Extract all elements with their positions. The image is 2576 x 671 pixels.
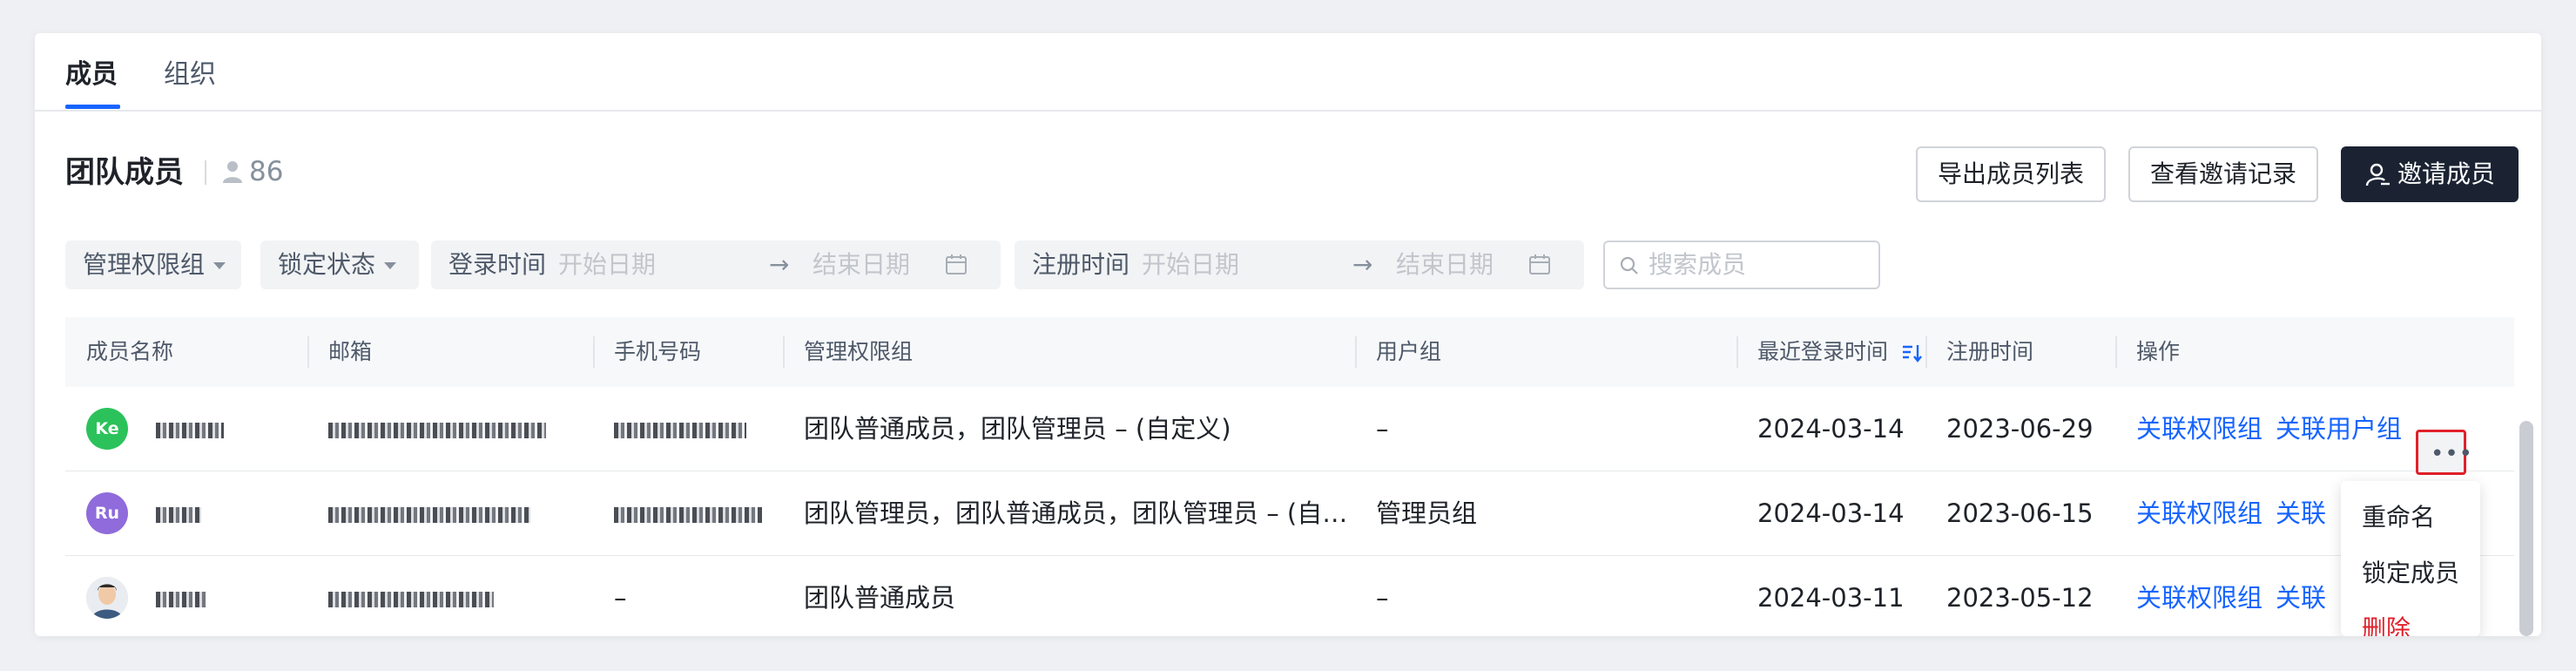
member-name bbox=[156, 387, 224, 471]
member-user-group: 管理员组 bbox=[1376, 498, 1478, 528]
search-icon bbox=[1620, 256, 1638, 274]
link-user-group-button[interactable]: 关联 bbox=[2276, 556, 2326, 636]
register-end-date[interactable]: 结束日期 bbox=[1396, 241, 1494, 289]
title-divider bbox=[205, 160, 206, 185]
register-start-date[interactable]: 开始日期 bbox=[1142, 241, 1239, 289]
member-email bbox=[328, 471, 530, 555]
lock-status-filter[interactable]: 锁定状态 bbox=[260, 241, 419, 289]
column-divider bbox=[783, 336, 785, 368]
menu-item-lock-member[interactable]: 锁定成员 bbox=[2362, 558, 2459, 589]
more-icon: ••• bbox=[2431, 441, 2474, 467]
view-invites-button[interactable]: 查看邀请记录 bbox=[2128, 146, 2318, 202]
column-header-name: 成员名称 bbox=[86, 339, 174, 364]
member-count-value: 86 bbox=[249, 156, 284, 187]
member-permission-group: 团队管理员，团队普通成员，团队管理员 – (自… bbox=[804, 498, 1348, 528]
member-name bbox=[156, 556, 206, 636]
column-header-phone: 手机号码 bbox=[614, 339, 702, 364]
column-divider bbox=[593, 336, 595, 368]
link-user-group-button[interactable]: 关联用户组 bbox=[2276, 387, 2402, 471]
member-registered: 2023-05-12 bbox=[1946, 583, 2094, 613]
search-placeholder: 搜索成员 bbox=[1649, 250, 1747, 279]
avatar: Ke bbox=[86, 408, 128, 450]
search-input[interactable]: 搜索成员 bbox=[1603, 241, 1880, 289]
sort-descending-icon[interactable] bbox=[1902, 343, 1923, 363]
column-header-permission: 管理权限组 bbox=[804, 339, 914, 364]
column-header-actions: 操作 bbox=[2136, 339, 2181, 364]
page-title: 团队成员 bbox=[65, 155, 184, 190]
avatar bbox=[86, 577, 128, 619]
table-row[interactable]: Ke 团队普通成员，团队管理员 – (自定义) – 2024-03-14 202… bbox=[65, 387, 2514, 471]
active-tab-indicator bbox=[65, 105, 120, 109]
register-time-label: 注册时间 bbox=[1032, 250, 1130, 279]
link-user-group-button[interactable]: 关联 bbox=[2276, 471, 2326, 555]
user-icon bbox=[223, 161, 242, 183]
member-last-login: 2024-03-11 bbox=[1757, 583, 1905, 613]
column-header-last-login[interactable]: 最近登录时间 bbox=[1757, 317, 1923, 387]
member-registered: 2023-06-29 bbox=[1946, 414, 2094, 444]
caret-down-icon bbox=[384, 262, 397, 269]
column-divider bbox=[307, 336, 309, 368]
permission-group-filter-label: 管理权限组 bbox=[83, 250, 206, 279]
member-phone bbox=[614, 471, 762, 555]
menu-item-rename[interactable]: 重命名 bbox=[2362, 502, 2435, 533]
table-row[interactable]: Ru 团队管理员，团队普通成员，团队管理员 – (自… 管理员组 2024-03… bbox=[65, 471, 2514, 556]
link-permission-group-button[interactable]: 关联权限组 bbox=[2136, 387, 2262, 471]
column-header-registered: 注册时间 bbox=[1946, 339, 2034, 364]
column-header-last-login-label: 最近登录时间 bbox=[1757, 339, 1889, 364]
permission-group-filter[interactable]: 管理权限组 bbox=[65, 241, 241, 289]
tab-bar: 成员 组织 bbox=[35, 33, 2541, 112]
member-permission-group: 团队普通成员 bbox=[804, 583, 956, 613]
column-header-user-group: 用户组 bbox=[1376, 339, 1442, 364]
member-email bbox=[328, 387, 546, 471]
column-divider bbox=[2115, 336, 2117, 368]
avatar: Ru bbox=[86, 492, 128, 534]
calendar-icon bbox=[946, 254, 967, 274]
members-panel: 成员 组织 团队成员 86 导出成员列表 查看邀请记录 邀请成员 管理权限组 锁… bbox=[35, 33, 2541, 636]
member-phone bbox=[614, 387, 746, 471]
tab-members[interactable]: 成员 bbox=[65, 59, 118, 91]
member-last-login: 2024-03-14 bbox=[1757, 498, 1905, 528]
tab-organization[interactable]: 组织 bbox=[164, 59, 216, 91]
invite-member-button[interactable]: 邀请成员 bbox=[2341, 146, 2519, 202]
member-last-login: 2024-03-14 bbox=[1757, 414, 1905, 444]
avatar-photo bbox=[86, 577, 128, 619]
register-time-range[interactable]: 注册时间 开始日期 → 结束日期 bbox=[1015, 241, 1584, 289]
column-divider bbox=[1355, 336, 1357, 368]
more-actions-button[interactable]: ••• bbox=[2416, 430, 2472, 475]
range-arrow-icon: → bbox=[1352, 250, 1373, 279]
table-scrollbar[interactable] bbox=[2519, 421, 2533, 636]
more-actions-menu: 重命名 锁定成员 删除 bbox=[2341, 481, 2480, 636]
member-permission-group: 团队普通成员，团队管理员 – (自定义) bbox=[804, 414, 1231, 444]
range-arrow-icon: → bbox=[769, 250, 790, 279]
column-divider bbox=[1736, 336, 1738, 368]
member-user-group: – bbox=[1376, 583, 1389, 613]
login-start-date[interactable]: 开始日期 bbox=[558, 241, 656, 289]
link-permission-group-button[interactable]: 关联权限组 bbox=[2136, 556, 2262, 636]
column-header-email: 邮箱 bbox=[328, 339, 373, 364]
member-phone: – bbox=[614, 583, 627, 613]
member-email bbox=[328, 556, 494, 636]
member-registered: 2023-06-15 bbox=[1946, 498, 2094, 528]
column-divider bbox=[1925, 336, 1927, 368]
login-time-label: 登录时间 bbox=[448, 250, 547, 279]
invite-user-icon bbox=[2365, 163, 2390, 186]
caret-down-icon bbox=[213, 262, 226, 269]
invite-member-label: 邀请成员 bbox=[2397, 159, 2495, 188]
link-permission-group-button[interactable]: 关联权限组 bbox=[2136, 471, 2262, 555]
member-name bbox=[156, 471, 201, 555]
table-row[interactable]: – 团队普通成员 – 2024-03-11 2023-05-12 关联权限组 关… bbox=[65, 556, 2514, 636]
lock-status-filter-label: 锁定状态 bbox=[278, 250, 376, 279]
login-end-date[interactable]: 结束日期 bbox=[813, 241, 910, 289]
member-count: 86 bbox=[221, 156, 283, 187]
member-user-group: – bbox=[1376, 414, 1389, 444]
menu-item-delete[interactable]: 删除 bbox=[2362, 613, 2411, 636]
table-header: 成员名称 邮箱 手机号码 管理权限组 用户组 最近登录时间 注册时间 操作 bbox=[65, 317, 2514, 388]
calendar-icon bbox=[1529, 254, 1550, 274]
login-time-range[interactable]: 登录时间 开始日期 → 结束日期 bbox=[431, 241, 1001, 289]
export-members-button[interactable]: 导出成员列表 bbox=[1916, 146, 2106, 202]
